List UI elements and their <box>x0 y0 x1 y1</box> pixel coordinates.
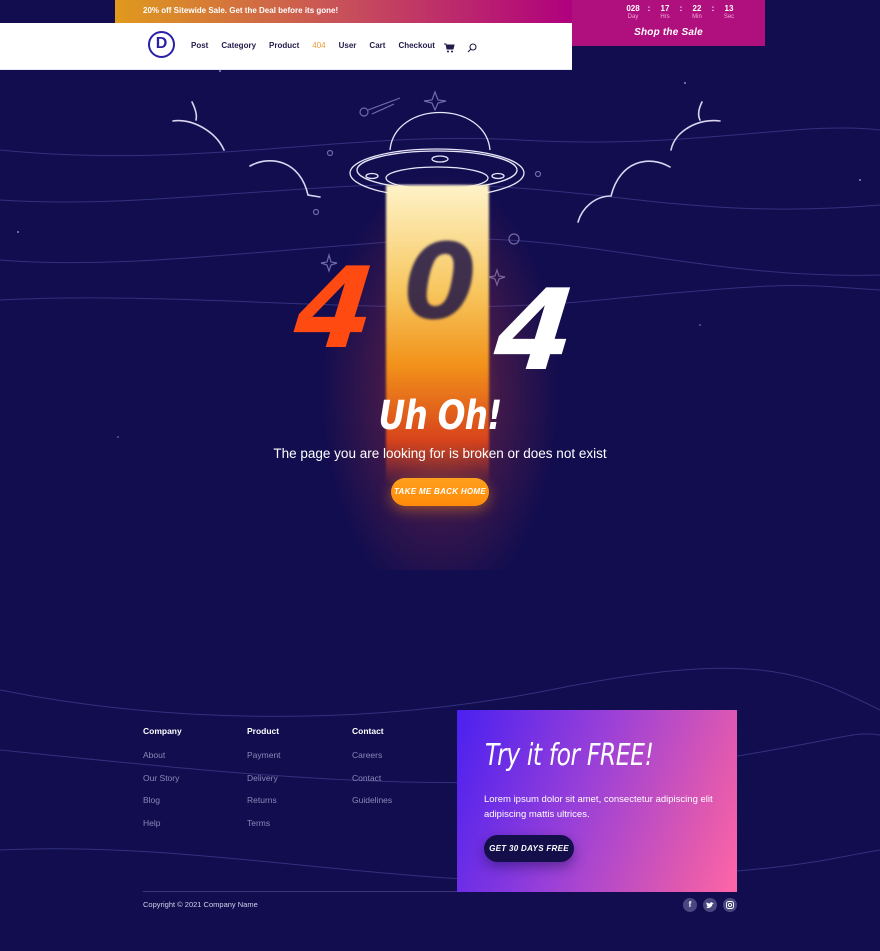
nav-item-404[interactable]: 404 <box>312 41 325 50</box>
free-trial-button[interactable]: GET 30 DAYS FREE <box>484 835 574 862</box>
footer-column-contact: Contact Careers Contact Guidelines <box>352 726 392 818</box>
cloud-left-top <box>172 119 225 151</box>
footer-link-blog[interactable]: Blog <box>143 795 182 805</box>
countdown-value: 22 <box>692 4 702 13</box>
error-digit-0: 0 <box>404 221 477 343</box>
countdown-value: 13 <box>724 4 734 13</box>
countdown-label: Sec <box>723 14 735 20</box>
footer-link-contact[interactable]: Contact <box>352 773 392 783</box>
footer-link-help[interactable]: Help <box>143 818 182 828</box>
countdown-label: Day <box>627 14 639 20</box>
free-trial-text: Lorem ipsum dolor sit amet, consectetur … <box>484 794 713 820</box>
footer-column-product: Product Payment Delivery Returns Terms <box>247 726 281 840</box>
promo-text: 20% off Sitewide Sale. Get the Deal befo… <box>143 6 339 15</box>
orbit-line <box>0 848 880 882</box>
countdown-days: 028 Day <box>622 4 644 21</box>
nav-item-cart[interactable]: Cart <box>369 41 385 50</box>
copyright-text: Copyright © 2021 Company Name <box>143 900 258 909</box>
search-icon[interactable] <box>467 40 479 53</box>
countdown-value: 17 <box>660 4 670 13</box>
nav-item-post[interactable]: Post <box>191 41 208 50</box>
nav-item-product[interactable]: Product <box>269 41 299 50</box>
orbit-line <box>0 733 880 784</box>
footer-column-title: Company <box>143 726 182 736</box>
instagram-icon[interactable] <box>723 898 737 912</box>
footer-link-payment[interactable]: Payment <box>247 750 281 760</box>
cloud-left-top <box>191 101 198 121</box>
free-trial-title: Try it for FREE! <box>485 738 654 773</box>
footer-link-our-story[interactable]: Our Story <box>143 773 182 783</box>
footer-link-terms[interactable]: Terms <box>247 818 281 828</box>
countdown-separator: : <box>679 4 683 13</box>
countdown-timer: 028 Day : 17 Hrs : 22 Min : 13 Sec <box>622 4 740 21</box>
hero-section: 4 0 4 Uh Oh! The page you are looking fo… <box>0 70 880 951</box>
countdown-hours: 17 Hrs <box>654 4 676 21</box>
cloud-right-top <box>670 119 721 151</box>
free-trial-card: Try it for FREE! Lorem ipsum dolor sit a… <box>457 710 737 892</box>
main-menu: Post Category Product 404 User Cart Chec… <box>191 40 479 53</box>
promo-bar: 20% off Sitewide Sale. Get the Deal befo… <box>115 0 572 23</box>
error-subtitle: The page you are looking for is broken o… <box>273 446 607 461</box>
cart-icon[interactable] <box>443 40 456 53</box>
sparkle-icon <box>423 90 447 112</box>
error-digit-4-right: 4 <box>489 266 581 396</box>
error-heading: Uh Oh! <box>378 393 502 439</box>
footer-link-delivery[interactable]: Delivery <box>247 773 281 783</box>
twitter-icon[interactable] <box>703 898 717 912</box>
countdown-separator: : <box>711 4 715 13</box>
facebook-icon[interactable]: f <box>683 898 697 912</box>
nav-item-user[interactable]: User <box>339 41 357 50</box>
nav-item-category[interactable]: Category <box>221 41 256 50</box>
countdown-label: Min <box>692 14 702 20</box>
countdown-label: Hrs <box>660 14 670 20</box>
footer-column-title: Contact <box>352 726 384 736</box>
header-nav: D Post Category Product 404 User Cart Ch… <box>0 23 572 70</box>
countdown-seconds: 13 Sec <box>718 4 740 21</box>
cloud-right-bottom <box>577 160 671 223</box>
footer-link-returns[interactable]: Returns <box>247 795 281 805</box>
footer-divider <box>143 891 457 892</box>
cloud-right-top <box>697 101 703 121</box>
countdown-separator: : <box>647 4 651 13</box>
countdown-value: 028 <box>626 4 640 13</box>
orbit-line <box>0 667 880 717</box>
comet-icon <box>367 97 401 115</box>
footer-column-company: Company About Our Story Blog Help <box>143 726 182 840</box>
footer-link-guidelines[interactable]: Guidelines <box>352 795 392 805</box>
footer-column-title: Product <box>247 726 280 736</box>
footer-link-careers[interactable]: Careers <box>352 750 392 760</box>
back-home-button[interactable]: TAKE ME BACK HOME <box>391 478 489 506</box>
error-digit-4-left: 4 <box>289 244 381 374</box>
sale-countdown: 028 Day : 17 Hrs : 22 Min : 13 Sec Shop … <box>572 0 765 46</box>
star-circle <box>359 107 369 117</box>
nav-item-checkout[interactable]: Checkout <box>398 41 434 50</box>
footer-link-about[interactable]: About <box>143 750 182 760</box>
site-logo[interactable]: D <box>148 31 175 58</box>
shop-sale-link[interactable]: Shop the Sale <box>572 27 765 38</box>
countdown-minutes: 22 Min <box>686 4 708 21</box>
